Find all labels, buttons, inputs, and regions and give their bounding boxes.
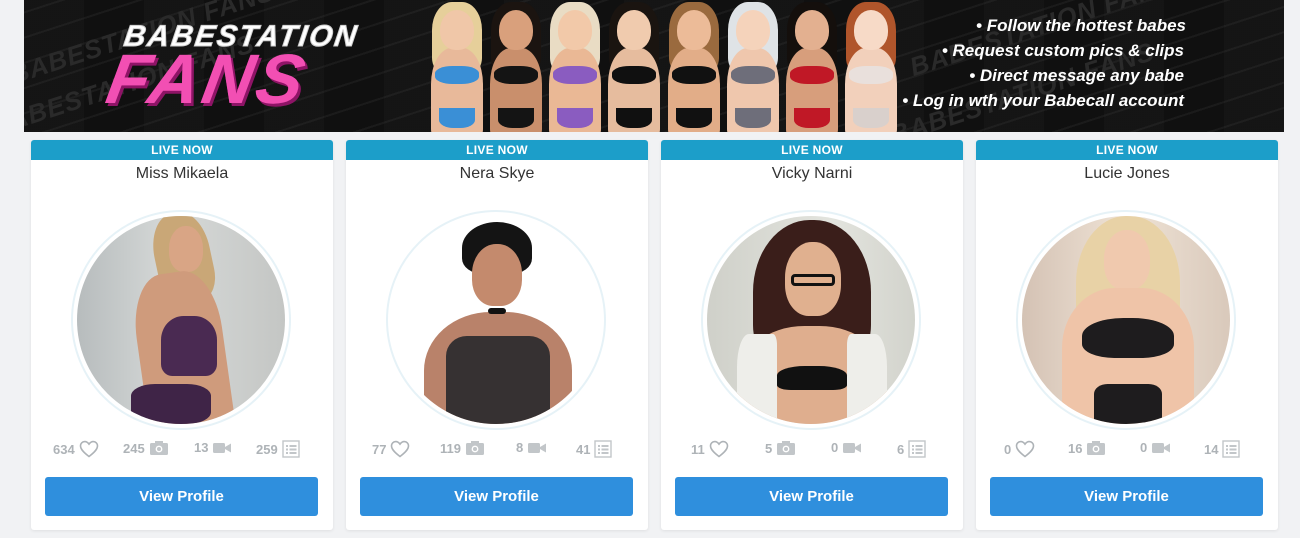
- list-icon: [908, 440, 926, 458]
- video-camera-icon: [213, 442, 232, 453]
- model-avatar[interactable]: [1016, 210, 1236, 430]
- stat-videos-count: 0: [831, 440, 839, 455]
- list-icon: [594, 440, 613, 458]
- model-avatar[interactable]: [701, 210, 921, 430]
- stat-posts-count: 259: [256, 441, 278, 457]
- heart-icon: [79, 440, 99, 458]
- view-profile-button[interactable]: View Profile: [360, 477, 633, 516]
- stat-posts: 14: [1204, 440, 1241, 458]
- heart-icon: [709, 440, 729, 458]
- stat-posts: 6: [897, 440, 926, 458]
- stat-photos: 119: [440, 440, 485, 456]
- model-card-grid: LIVE NOW Miss Mikaela 634 245 13 259 Vie…: [31, 140, 1278, 532]
- live-now-badge: LIVE NOW: [31, 140, 333, 160]
- stat-likes: 77: [372, 440, 410, 458]
- stat-videos: 13: [194, 440, 232, 455]
- stat-posts: 41: [576, 440, 613, 458]
- stat-photos: 245: [123, 440, 169, 456]
- stat-likes-count: 77: [372, 441, 387, 457]
- stat-videos: 8: [516, 440, 547, 455]
- stat-videos: 0: [1140, 440, 1171, 455]
- banner-models-image: [428, 0, 900, 132]
- stat-posts-count: 14: [1204, 441, 1219, 457]
- model-name[interactable]: Lucie Jones: [976, 165, 1278, 183]
- model-stats: 634 245 13 259: [31, 440, 333, 460]
- stat-videos-count: 0: [1140, 440, 1148, 455]
- model-card[interactable]: LIVE NOW Miss Mikaela 634 245 13 259 Vie…: [31, 140, 333, 530]
- stat-photos-count: 245: [123, 440, 145, 456]
- stat-likes-count: 0: [1004, 441, 1012, 457]
- live-now-badge: LIVE NOW: [976, 140, 1278, 160]
- camera-icon: [465, 441, 484, 455]
- stat-photos: 16: [1068, 440, 1106, 456]
- list-icon: [1222, 440, 1241, 458]
- model-card[interactable]: LIVE NOW Nera Skye 77 119 8 41 View Prof…: [346, 140, 648, 530]
- model-card[interactable]: LIVE NOW Vicky Narni 11 5 0 6 View Profi…: [661, 140, 963, 530]
- banner-feature-list: • Follow the hottest babes • Request cus…: [902, 13, 1186, 113]
- banner-feature-item: • Direct message any babe: [969, 66, 1184, 85]
- video-camera-icon: [528, 442, 547, 453]
- banner-feature-item: • Follow the hottest babes: [976, 16, 1186, 35]
- stat-likes-count: 11: [691, 441, 705, 457]
- model-card[interactable]: LIVE NOW Lucie Jones 0 16 0 14 View Prof…: [976, 140, 1278, 530]
- stat-photos-count: 5: [765, 440, 773, 456]
- stat-photos: 5: [765, 440, 796, 456]
- video-camera-icon: [843, 442, 862, 453]
- model-stats: 11 5 0 6: [661, 440, 963, 460]
- model-name[interactable]: Miss Mikaela: [31, 165, 333, 183]
- stat-videos-count: 13: [194, 440, 209, 455]
- camera-icon: [777, 441, 796, 455]
- live-now-badge: LIVE NOW: [661, 140, 963, 160]
- stat-likes: 11: [691, 440, 729, 458]
- promo-banner[interactable]: BABESTATION FANS BABESTATION FANS BABEST…: [24, 0, 1284, 132]
- stat-likes: 634: [53, 440, 99, 458]
- camera-icon: [1087, 441, 1106, 455]
- view-profile-button[interactable]: View Profile: [990, 477, 1263, 516]
- video-camera-icon: [1152, 442, 1171, 453]
- stat-photos-count: 119: [440, 440, 461, 456]
- model-name[interactable]: Nera Skye: [346, 165, 648, 183]
- model-name[interactable]: Vicky Narni: [661, 165, 963, 183]
- model-stats: 77 119 8 41: [346, 440, 648, 460]
- live-now-badge: LIVE NOW: [346, 140, 648, 160]
- banner-feature-item: • Log in wth your Babecall account: [902, 91, 1184, 110]
- stat-posts: 259: [256, 440, 300, 458]
- model-avatar[interactable]: [71, 210, 291, 430]
- stat-posts-count: 41: [576, 441, 591, 457]
- banner-logo-main: FANS: [101, 40, 314, 118]
- stat-photos-count: 16: [1068, 440, 1083, 456]
- stat-posts-count: 6: [897, 441, 905, 457]
- heart-icon: [391, 440, 410, 458]
- camera-icon: [149, 441, 168, 455]
- heart-icon: [1015, 440, 1035, 458]
- stat-videos: 0: [831, 440, 862, 455]
- stat-likes: 0: [1004, 440, 1035, 458]
- stat-videos-count: 8: [516, 440, 524, 455]
- banner-feature-item: • Request custom pics & clips: [941, 41, 1184, 60]
- model-avatar[interactable]: [386, 210, 606, 430]
- view-profile-button[interactable]: View Profile: [675, 477, 948, 516]
- view-profile-button[interactable]: View Profile: [45, 477, 318, 516]
- list-icon: [282, 440, 300, 458]
- model-stats: 0 16 0 14: [976, 440, 1278, 460]
- stat-likes-count: 634: [53, 441, 75, 457]
